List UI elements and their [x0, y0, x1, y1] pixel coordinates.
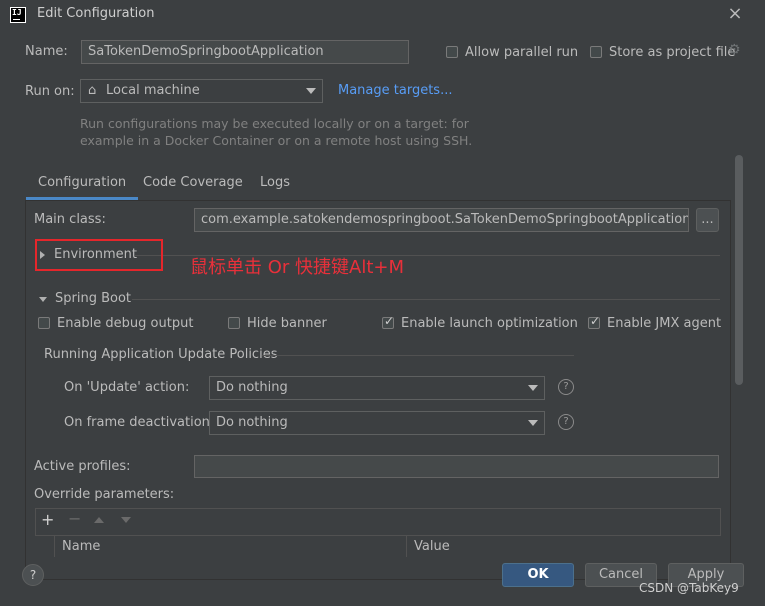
- override-parameters-label: Override parameters:: [34, 487, 175, 502]
- hide-banner-checkbox[interactable]: [228, 317, 240, 329]
- watermark-text: CSDN @TabKey9: [639, 581, 739, 595]
- run-on-label: Run on:: [25, 84, 75, 99]
- move-up-icon[interactable]: [94, 517, 104, 523]
- chevron-down-icon: [528, 420, 538, 426]
- enable-launch-optimization-label: Enable launch optimization: [401, 316, 578, 331]
- override-parameters-toolbar: [35, 508, 721, 536]
- store-as-project-file-checkbox[interactable]: [590, 46, 602, 58]
- main-class-input[interactable]: com.example.satokendemospringboot.SaToke…: [194, 208, 689, 232]
- remove-icon[interactable]: −: [68, 509, 81, 528]
- hide-banner-label: Hide banner: [247, 316, 327, 331]
- help-icon[interactable]: ?: [558, 379, 574, 395]
- browse-main-class-button[interactable]: ...: [696, 208, 719, 232]
- tab-code-coverage[interactable]: Code Coverage: [143, 175, 243, 190]
- enable-jmx-agent-checkbox[interactable]: [588, 314, 600, 329]
- enable-launch-optimization-checkbox[interactable]: [382, 314, 394, 329]
- highlight-box: [35, 239, 163, 271]
- annotation-text: 鼠标单击 Or 快捷键Alt+M: [190, 257, 404, 278]
- update-policies-heading: Running Application Update Policies: [44, 347, 278, 362]
- tab-logs[interactable]: Logs: [260, 175, 290, 190]
- value-column-header[interactable]: Value: [414, 539, 450, 554]
- column-divider: [54, 535, 55, 557]
- manage-targets-link[interactable]: Manage targets...: [338, 83, 452, 98]
- help-button[interactable]: ?: [22, 564, 44, 586]
- main-class-label: Main class:: [34, 212, 106, 227]
- run-on-hint-line2: example in a Docker Container or on a re…: [80, 133, 473, 148]
- move-down-icon[interactable]: [121, 517, 131, 523]
- ok-button[interactable]: OK: [502, 563, 574, 587]
- name-column-header[interactable]: Name: [62, 539, 100, 554]
- run-on-dropdown[interactable]: ⌂ Local machine: [80, 79, 323, 103]
- store-as-project-file-label: Store as project file: [609, 45, 736, 60]
- on-update-value: Do nothing: [216, 380, 288, 395]
- enable-debug-output-checkbox[interactable]: [38, 317, 50, 329]
- on-update-label: On 'Update' action:: [64, 380, 190, 395]
- chevron-down-icon: [528, 385, 538, 391]
- enable-jmx-agent-label: Enable JMX agent: [607, 316, 722, 331]
- update-policies-divider: [262, 355, 574, 356]
- enable-debug-output-label: Enable debug output: [57, 316, 194, 331]
- run-on-value: Local machine: [106, 83, 200, 98]
- chevron-down-icon: [306, 88, 316, 94]
- name-label: Name:: [25, 44, 68, 59]
- column-divider: [406, 535, 407, 557]
- intellij-app-icon: IJ: [10, 7, 26, 23]
- vertical-scrollbar[interactable]: [735, 155, 743, 385]
- help-icon[interactable]: ?: [558, 414, 574, 430]
- window-title: Edit Configuration: [37, 6, 155, 21]
- parameters-table-header: [35, 535, 721, 558]
- on-frame-deactivation-label: On frame deactivation:: [64, 415, 215, 430]
- on-update-dropdown[interactable]: Do nothing: [209, 376, 545, 400]
- active-profiles-input[interactable]: [194, 455, 719, 478]
- active-profiles-label: Active profiles:: [34, 459, 131, 474]
- run-on-hint-line1: Run configurations may be executed local…: [80, 116, 469, 131]
- add-icon[interactable]: +: [41, 510, 54, 529]
- allow-parallel-run-checkbox[interactable]: [446, 46, 458, 58]
- close-icon[interactable]: ×: [725, 4, 745, 24]
- home-icon: ⌂: [88, 83, 97, 98]
- spring-boot-divider: [132, 299, 720, 300]
- on-frame-deactivation-dropdown[interactable]: Do nothing: [209, 411, 545, 435]
- collapse-spring-boot-icon[interactable]: [39, 297, 47, 302]
- spring-boot-section-toggle[interactable]: Spring Boot: [55, 291, 131, 306]
- name-input[interactable]: SaTokenDemoSpringbootApplication: [81, 40, 409, 64]
- allow-parallel-run-label: Allow parallel run: [465, 45, 579, 60]
- tab-configuration[interactable]: Configuration: [25, 175, 139, 200]
- gear-icon[interactable]: ⚙: [728, 43, 741, 57]
- on-frame-deactivation-value: Do nothing: [216, 415, 288, 430]
